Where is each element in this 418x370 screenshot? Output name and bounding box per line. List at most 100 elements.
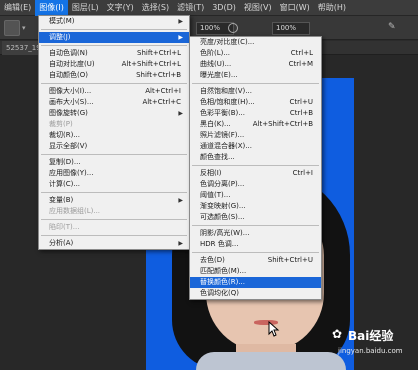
image-menu-separator (41, 45, 187, 46)
image-menu-item-shortcut: Alt+Ctrl+C (142, 98, 181, 106)
image-menu-item-label: 模式(M) (49, 17, 75, 25)
image-menu-item-label: 自动对比度(U) (49, 60, 95, 68)
adjust-menu-item[interactable]: 匹配颜色(M)... (190, 266, 321, 277)
image-menu-item[interactable]: 自动颜色(O) Shift+Ctrl+B (39, 70, 189, 81)
image-menu-item-label: 应用数据组(L)... (49, 207, 101, 215)
adjust-menu-item[interactable]: 色调分离(P)... (190, 179, 321, 190)
adjust-menu-item-label: 色彩平衡(B)... (200, 109, 245, 117)
image-menu-item[interactable]: 显示全部(V) (39, 141, 189, 152)
submenu-arrow-icon: ▶ (178, 197, 183, 204)
adjust-menu-item-label: 颜色查找... (200, 153, 235, 161)
adjust-menu-item-label: 渐变映射(G)... (200, 202, 246, 210)
menu-8[interactable]: 窗口(W) (276, 0, 314, 16)
adjust-menu-item-shortcut: Alt+Shift+Ctrl+B (252, 120, 313, 128)
image-menu-item[interactable]: 裁切(R)... (39, 130, 189, 141)
adjust-menu-item-label: HDR 色调... (200, 240, 239, 248)
submenu-arrow-icon: ▶ (178, 110, 183, 117)
airbrush-icon[interactable] (228, 23, 238, 33)
tool-preset-icon[interactable] (4, 20, 20, 36)
image-menu-item[interactable]: 图像旋转(G) ▶ (39, 108, 189, 119)
adjust-menu-item-label: 去色(D) (200, 256, 225, 264)
image-menu-item[interactable]: 画布大小(S)... Alt+Ctrl+C (39, 97, 189, 108)
adjust-menu-item-label: 黑白(K)... (200, 120, 231, 128)
adjust-menu-item-label: 可选颜色(S)... (200, 213, 245, 221)
adjust-menu-item-label: 替换颜色(R)... (200, 278, 246, 286)
adjust-menu-item[interactable]: 去色(D) Shift+Ctrl+U (190, 255, 321, 266)
image-menu-item[interactable]: 调整(J) ▶ (39, 32, 189, 43)
image-menu-item-label: 复制(D)... (49, 158, 81, 166)
adjust-menu-item[interactable]: 色调均化(Q) (190, 288, 321, 299)
adjust-menu-item-label: 色阶(L)... (200, 49, 231, 57)
adjust-menu-item[interactable]: 亮度/对比度(C)... (190, 37, 321, 48)
image-menu-item[interactable]: 自动色调(N) Shift+Ctrl+L (39, 48, 189, 59)
adjust-menu-item[interactable]: HDR 色调... (190, 239, 321, 250)
image-menu-item[interactable]: 复制(D)... (39, 157, 189, 168)
adjust-menu-item[interactable]: 阈值(T)... (190, 190, 321, 201)
submenu-arrow-icon: ▶ (178, 18, 183, 25)
adjust-menu-item[interactable]: 渐变映射(G)... (190, 201, 321, 212)
adjust-menu-separator (192, 225, 319, 226)
adjust-menu-item-label: 照片滤镜(F)... (200, 131, 245, 139)
image-menu-item[interactable]: 计算(C)... (39, 179, 189, 190)
adjust-menu-separator (192, 165, 319, 166)
adjust-menu-item[interactable]: 黑白(K)... Alt+Shift+Ctrl+B (190, 119, 321, 130)
photo-shirt (196, 352, 346, 370)
chevron-down-icon[interactable]: ▾ (22, 24, 26, 32)
adjust-menu-item[interactable]: 反相(I) Ctrl+I (190, 168, 321, 179)
adjust-menu-item-label: 色相/饱和度(H)... (200, 98, 255, 106)
image-menu-separator (41, 235, 187, 236)
adjust-menu-item-shortcut: Ctrl+M (288, 60, 313, 68)
adjust-menu-item[interactable]: 替换颜色(R)... (190, 277, 321, 288)
image-menu-item[interactable]: 变量(B) ▶ (39, 195, 189, 206)
image-menu-item-shortcut: Shift+Ctrl+L (137, 49, 181, 57)
adjust-menu-item[interactable]: 曝光度(E)... (190, 70, 321, 81)
watermark-logo: Bai经验 (348, 329, 394, 343)
adjust-menu-item-label: 亮度/对比度(C)... (200, 38, 255, 46)
menu-2[interactable]: 图层(L) (68, 0, 103, 16)
image-menu-item-label: 计算(C)... (49, 180, 81, 188)
menu-1[interactable]: 图像(I) (35, 0, 68, 16)
menu-3[interactable]: 文字(Y) (103, 0, 138, 16)
submenu-arrow-icon: ▶ (178, 34, 183, 41)
adjust-menu-item-label: 阴影/高光(W)... (200, 229, 250, 237)
image-menu-separator (41, 192, 187, 193)
pressure-icon[interactable]: ✎ (388, 22, 396, 32)
image-menu-item[interactable]: 自动对比度(U) Alt+Shift+Ctrl+L (39, 59, 189, 70)
flow-field[interactable]: 100% (272, 22, 310, 35)
adjust-menu-item[interactable]: 色彩平衡(B)... Ctrl+B (190, 108, 321, 119)
menu-0[interactable]: 编辑(E) (0, 0, 35, 16)
adjust-menu-item-label: 匹配颜色(M)... (200, 267, 247, 275)
adjust-menu-separator (192, 252, 319, 253)
adjust-menu-item[interactable]: 通道混合器(X)... (190, 141, 321, 152)
menu-4[interactable]: 选择(S) (138, 0, 173, 16)
image-menu-item-label: 图像大小(I)... (49, 87, 92, 95)
image-menu-item-shortcut: Shift+Ctrl+B (136, 71, 181, 79)
image-menu-item-label: 分析(A) (49, 239, 74, 247)
image-menu-item-label: 显示全部(V) (49, 142, 88, 150)
image-menu-separator (41, 154, 187, 155)
adjust-menu-item-label: 反相(I) (200, 169, 222, 177)
menu-9[interactable]: 帮助(H) (314, 0, 350, 16)
adjust-menu-item[interactable]: 颜色查找... (190, 152, 321, 163)
adjust-menu-item[interactable]: 照片滤镜(F)... (190, 130, 321, 141)
adjust-menu-item[interactable]: 可选颜色(S)... (190, 212, 321, 223)
adjust-menu-item[interactable]: 曲线(U)... Ctrl+M (190, 59, 321, 70)
menu-6[interactable]: 3D(D) (208, 0, 240, 16)
image-menu-item[interactable]: 模式(M) ▶ (39, 16, 189, 27)
menu-5[interactable]: 滤镜(T) (173, 0, 208, 16)
image-menu-item: 裁剪(P) (39, 119, 189, 130)
menu-bar: 编辑(E) 图像(I) 图层(L) 文字(Y) 选择(S) 滤镜(T) 3D(D) 视图(V)… (0, 0, 418, 16)
adjust-menu-separator (192, 83, 319, 84)
image-menu-item[interactable]: 分析(A) ▶ (39, 238, 189, 249)
image-menu-item[interactable]: 应用图像(Y)... (39, 168, 189, 179)
adjust-menu-item-label: 色调分离(P)... (200, 180, 245, 188)
adjust-menu-item[interactable]: 色相/饱和度(H)... Ctrl+U (190, 97, 321, 108)
adjust-menu-item[interactable]: 色阶(L)... Ctrl+L (190, 48, 321, 59)
adjust-menu-item[interactable]: 自然饱和度(V)... (190, 86, 321, 97)
adjust-menu-item[interactable]: 阴影/高光(W)... (190, 228, 321, 239)
submenu-arrow-icon: ▶ (178, 240, 183, 247)
image-menu-item[interactable]: 图像大小(I)... Alt+Ctrl+I (39, 86, 189, 97)
menu-7[interactable]: 视图(V) (240, 0, 276, 16)
adjust-menu-item-label: 色调均化(Q) (200, 289, 239, 297)
adjust-menu-item-label: 通道混合器(X)... (200, 142, 252, 150)
